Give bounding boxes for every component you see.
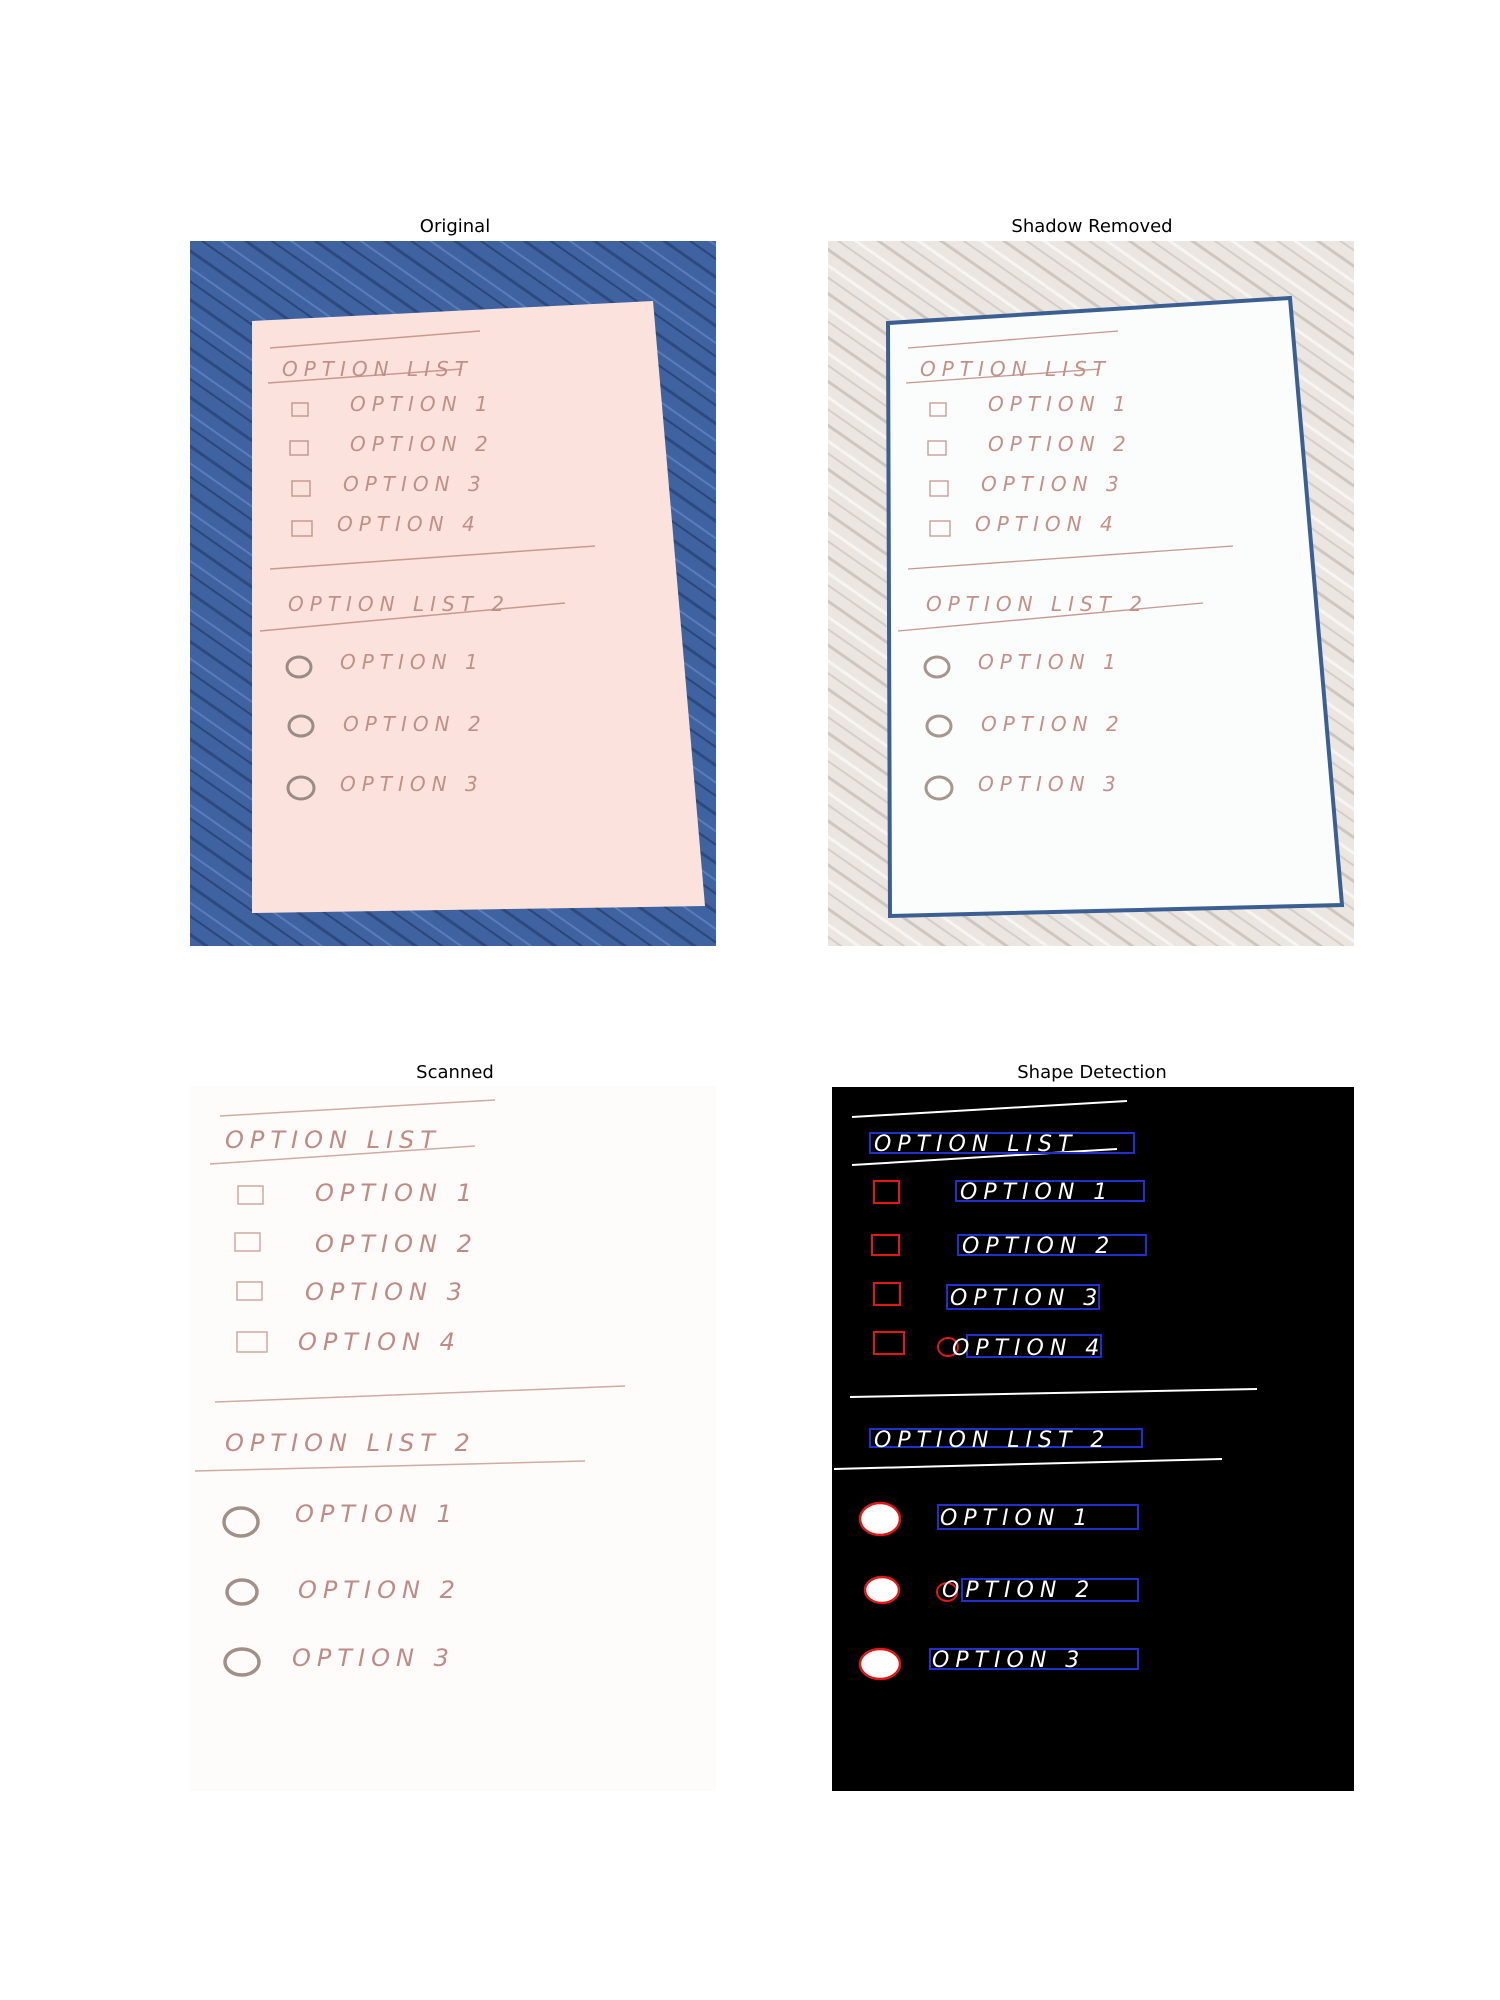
shape-detection-image: OPTION LIST OPTION 1 OPTION 2 OPTION 3 O… bbox=[832, 1087, 1354, 1791]
title-original: Original bbox=[419, 216, 491, 237]
det-l2-item3: OPTION 3 bbox=[932, 1648, 1085, 1673]
title-shadow-removed: Shadow Removed bbox=[1011, 216, 1173, 237]
shadow-l1-item3: OPTION 3 bbox=[981, 472, 1125, 496]
shadow-l2-item3: OPTION 3 bbox=[978, 772, 1122, 796]
det-l1-item2: OPTION 2 bbox=[962, 1234, 1115, 1259]
det-l1-item1: OPTION 1 bbox=[960, 1180, 1113, 1205]
scanned-image: OPTION LIST OPTION 1 OPTION 2 OPTION 3 O… bbox=[190, 1086, 716, 1791]
scan-l1-item3: OPTION 3 bbox=[305, 1278, 468, 1306]
orig-l1-item2: OPTION 2 bbox=[350, 432, 494, 456]
det-l2-item2: OPTION 2 bbox=[942, 1578, 1095, 1603]
scan-l2-item1: OPTION 1 bbox=[295, 1500, 458, 1528]
shadow-l1-item4: OPTION 4 bbox=[975, 512, 1119, 536]
scan-l1-item1: OPTION 1 bbox=[315, 1179, 478, 1207]
scan-l1-item2: OPTION 2 bbox=[315, 1230, 478, 1258]
title-shape-detection: Shape Detection bbox=[1017, 1062, 1167, 1083]
orig-l1-item1: OPTION 1 bbox=[350, 392, 494, 416]
scan-l2-item2: OPTION 2 bbox=[298, 1576, 461, 1604]
scan-l1-item4: OPTION 4 bbox=[298, 1328, 461, 1356]
shadow-removed-image: OPTION LIST OPTION 1 OPTION 2 OPTION 3 O… bbox=[828, 241, 1354, 946]
orig-l1-item4: OPTION 4 bbox=[337, 512, 481, 536]
det-l2-item1: OPTION 1 bbox=[940, 1506, 1093, 1531]
shadow-l2-item1: OPTION 1 bbox=[978, 650, 1122, 674]
orig-list1-title: OPTION LIST bbox=[282, 357, 473, 381]
scan-list2-title: OPTION LIST 2 bbox=[225, 1429, 476, 1457]
det-list2-title: OPTION LIST 2 bbox=[874, 1428, 1110, 1453]
title-scanned: Scanned bbox=[416, 1062, 494, 1083]
orig-l2-item2: OPTION 2 bbox=[343, 712, 487, 736]
orig-l2-item1: OPTION 1 bbox=[340, 650, 484, 674]
det-l1-item3: OPTION 3 bbox=[950, 1286, 1103, 1311]
det-list1-title: OPTION LIST bbox=[874, 1132, 1077, 1157]
scan-l2-item3: OPTION 3 bbox=[292, 1644, 455, 1672]
shadow-l1-item2: OPTION 2 bbox=[988, 432, 1132, 456]
shadow-list2-title: OPTION LIST 2 bbox=[926, 592, 1148, 616]
orig-l1-item3: OPTION 3 bbox=[343, 472, 487, 496]
scan-list1-title: OPTION LIST bbox=[225, 1126, 441, 1154]
original-image: OPTION LIST OPTION 1 OPTION 2 OPTION 3 O… bbox=[190, 241, 716, 946]
orig-list2-title: OPTION LIST 2 bbox=[288, 592, 510, 616]
orig-l2-item3: OPTION 3 bbox=[340, 772, 484, 796]
shadow-l2-item2: OPTION 2 bbox=[981, 712, 1125, 736]
det-l1-item4: OPTION 4 bbox=[952, 1336, 1105, 1361]
shadow-l1-item1: OPTION 1 bbox=[988, 392, 1132, 416]
shadow-list1-title: OPTION LIST bbox=[920, 357, 1111, 381]
